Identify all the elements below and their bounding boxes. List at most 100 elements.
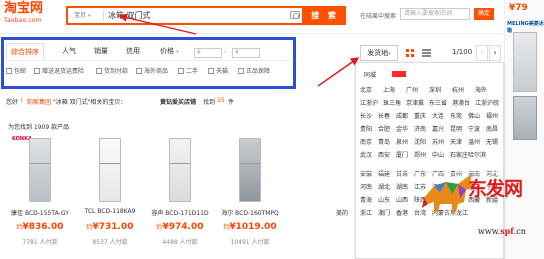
city-option[interactable]: 福州 (486, 111, 503, 122)
checkbox-icon (208, 68, 214, 74)
checkbox-secondhand[interactable]: 二手 (178, 67, 198, 77)
product-sales: 8537 人付款 (92, 239, 128, 246)
next-page-button[interactable]: › (489, 45, 501, 61)
checkbox-icon (178, 68, 184, 74)
product-card[interactable]: 容声 BCD-171D11D 约¥974.00 4488 人付款 (146, 134, 214, 256)
notice-unit: 件 (228, 99, 235, 106)
product-card[interactable]: KONKA 康佳 BCD-155TA-GY 约¥836.00 7781 人付款 (6, 134, 74, 256)
checkbox-label: 包邮 (14, 68, 27, 75)
checkbox-icon (96, 68, 102, 74)
chevron-down-icon: ▾ (88, 13, 91, 19)
product-name[interactable]: TCL BCD-118KA9 (76, 208, 144, 215)
sort-tab-price-label: 价格 (160, 47, 174, 55)
checkbox-overseas[interactable]: 海外商品 (136, 67, 168, 77)
checkbox-genuine[interactable]: 正品保障 (238, 67, 270, 77)
notice-brand[interactable]: 韵家集团 (27, 97, 51, 106)
camera-icon[interactable] (290, 11, 300, 19)
city-option[interactable]: 海外 (475, 85, 499, 96)
within-results-input[interactable]: 请输入要搜索的词 (400, 8, 470, 20)
search-button[interactable]: 搜 索 (304, 6, 346, 25)
sort-row: 综合排序 人气 销量 信用 价格 ▾ ¥ - ¥ (6, 43, 291, 61)
logo-subtext: Taobao.com (4, 17, 42, 24)
checkbox-row: 包邮 赠送退货运费险 货到付款 海外商品 二手 天猫 正品保障 (6, 67, 291, 79)
taobao-logo[interactable]: 淘宝网 Taobao.com (4, 1, 52, 31)
product-sales: 4488 人付款 (162, 239, 198, 246)
notice-mid: "冰箱 双门式"相关的宝贝： (53, 99, 127, 106)
city-option[interactable]: 上海 (383, 85, 407, 96)
price-value: ¥731.00 (92, 222, 134, 232)
search-scope-select[interactable]: 宝贝 ▾ (70, 10, 104, 21)
city-option[interactable]: 无锡 (486, 137, 503, 148)
product-price: 约¥731.00 (78, 222, 142, 232)
fridge-image (29, 138, 51, 202)
within-results-confirm-button[interactable]: 确定 (474, 8, 494, 20)
product-name[interactable]: 美的 (336, 208, 352, 217)
checkbox-return-insurance[interactable]: 赠送退货运费险 (34, 67, 84, 77)
checkbox-tmall[interactable]: 天猫 (208, 67, 228, 77)
price-max-input[interactable]: ¥ (232, 48, 260, 58)
search-input[interactable]: 冰箱 双门式 (108, 8, 151, 23)
city-option[interactable]: 京津冀 (406, 98, 430, 109)
ship-from-dropdown[interactable]: 发货地▾ (360, 45, 398, 61)
product-image[interactable]: KONKA (12, 134, 68, 206)
city-option[interactable]: 港澳台 (452, 98, 476, 109)
list-view-icon[interactable] (422, 49, 431, 57)
product-price: 约¥836.00 (8, 222, 72, 232)
checkbox-label: 货到付款 (104, 68, 129, 75)
sort-tab-price[interactable]: 价格 ▾ (160, 43, 179, 60)
product-card[interactable]: 海尔 BCD-160TMPQ 约¥1019.00 10491 人付款 (216, 134, 284, 256)
city-option[interactable]: 深圳 (429, 85, 453, 96)
product-name[interactable]: 海尔 BCD-160TMPQ (216, 208, 284, 217)
product-image[interactable] (82, 134, 138, 206)
watermark-title: 东发网 (468, 178, 523, 200)
results-notice: 您好 Ⅰ 韵家集团 "冰箱 双门式"相关的宝贝： 黄钻爱买店铺 找到 15 件 (0, 96, 350, 108)
checkbox-icon (34, 68, 40, 74)
price-range-dash: - (224, 48, 227, 56)
city-option[interactable]: 广州 (406, 85, 430, 96)
sort-tab-sales[interactable]: 销量 (94, 43, 108, 60)
sort-tab-default[interactable]: 综合排序 (6, 43, 44, 60)
product-image[interactable] (222, 134, 278, 206)
product-price: 约¥974.00 (148, 222, 212, 232)
fridge-image (169, 138, 191, 202)
product-name[interactable]: 康佳 BCD-155TA-GY (6, 208, 74, 217)
grid-view-icon[interactable] (406, 49, 414, 57)
sort-tab-credit[interactable]: 信用 (126, 43, 140, 60)
location-marker (392, 71, 406, 77)
price-value: ¥974.00 (162, 222, 204, 232)
notice-brand-prefix: Ⅰ (21, 97, 23, 104)
city-option[interactable]: 南昌 (486, 124, 503, 135)
checkbox-label: 赠送退货运费险 (42, 68, 85, 75)
city-option[interactable]: 杭州 (452, 85, 476, 96)
city-option[interactable]: 东三省 (429, 98, 453, 109)
checkbox-icon (238, 68, 244, 74)
sort-tab-popularity[interactable]: 人气 (62, 43, 76, 60)
price-min-input[interactable]: ¥ (194, 48, 222, 58)
checkbox-label: 正品保障 (246, 68, 271, 75)
prev-page-button[interactable]: ‹ (476, 45, 488, 61)
checkbox-label: 天猫 (216, 68, 229, 75)
product-card[interactable]: 美的 (286, 134, 352, 256)
same-city-option[interactable]: 同城 (364, 70, 376, 79)
checkbox-free-shipping[interactable]: 包邮 (6, 67, 26, 77)
product-image[interactable] (152, 134, 208, 206)
watermark-url-domain: spf (500, 226, 514, 236)
product-name[interactable]: 容声 BCD-171D11D (146, 208, 214, 217)
price-value: ¥1019.00 (229, 222, 277, 232)
search-box[interactable]: 宝贝 ▾ 冰箱 双门式 (66, 6, 304, 25)
city-option[interactable]: 珠三角 (383, 98, 407, 109)
product-card[interactable]: TCL BCD-118KA9 约¥731.00 8537 人付款 (76, 134, 144, 256)
city-option[interactable]: 江浙沪 (360, 98, 384, 109)
fridge-image (513, 96, 537, 140)
checkbox-cod[interactable]: 货到付款 (96, 67, 128, 77)
checkbox-icon (136, 68, 142, 74)
checkbox-label: 海外商品 (144, 68, 169, 75)
top-bar: 淘宝网 Taobao.com 宝贝 ▾ 冰箱 双门式 搜 索 在结果中搜索 请输入… (0, 0, 544, 34)
found-count-line: 为您找到 1909 款产品 (8, 124, 70, 131)
city-option[interactable]: 北京 (360, 85, 384, 96)
product-image[interactable] (292, 134, 348, 206)
notice-prefix: 您好 (6, 99, 19, 106)
watermark-url: www.spf.cn (478, 226, 526, 236)
city-option[interactable]: 江浙沪皖 (475, 98, 499, 109)
notice-shop[interactable]: 黄钻爱买店铺 (160, 97, 196, 106)
